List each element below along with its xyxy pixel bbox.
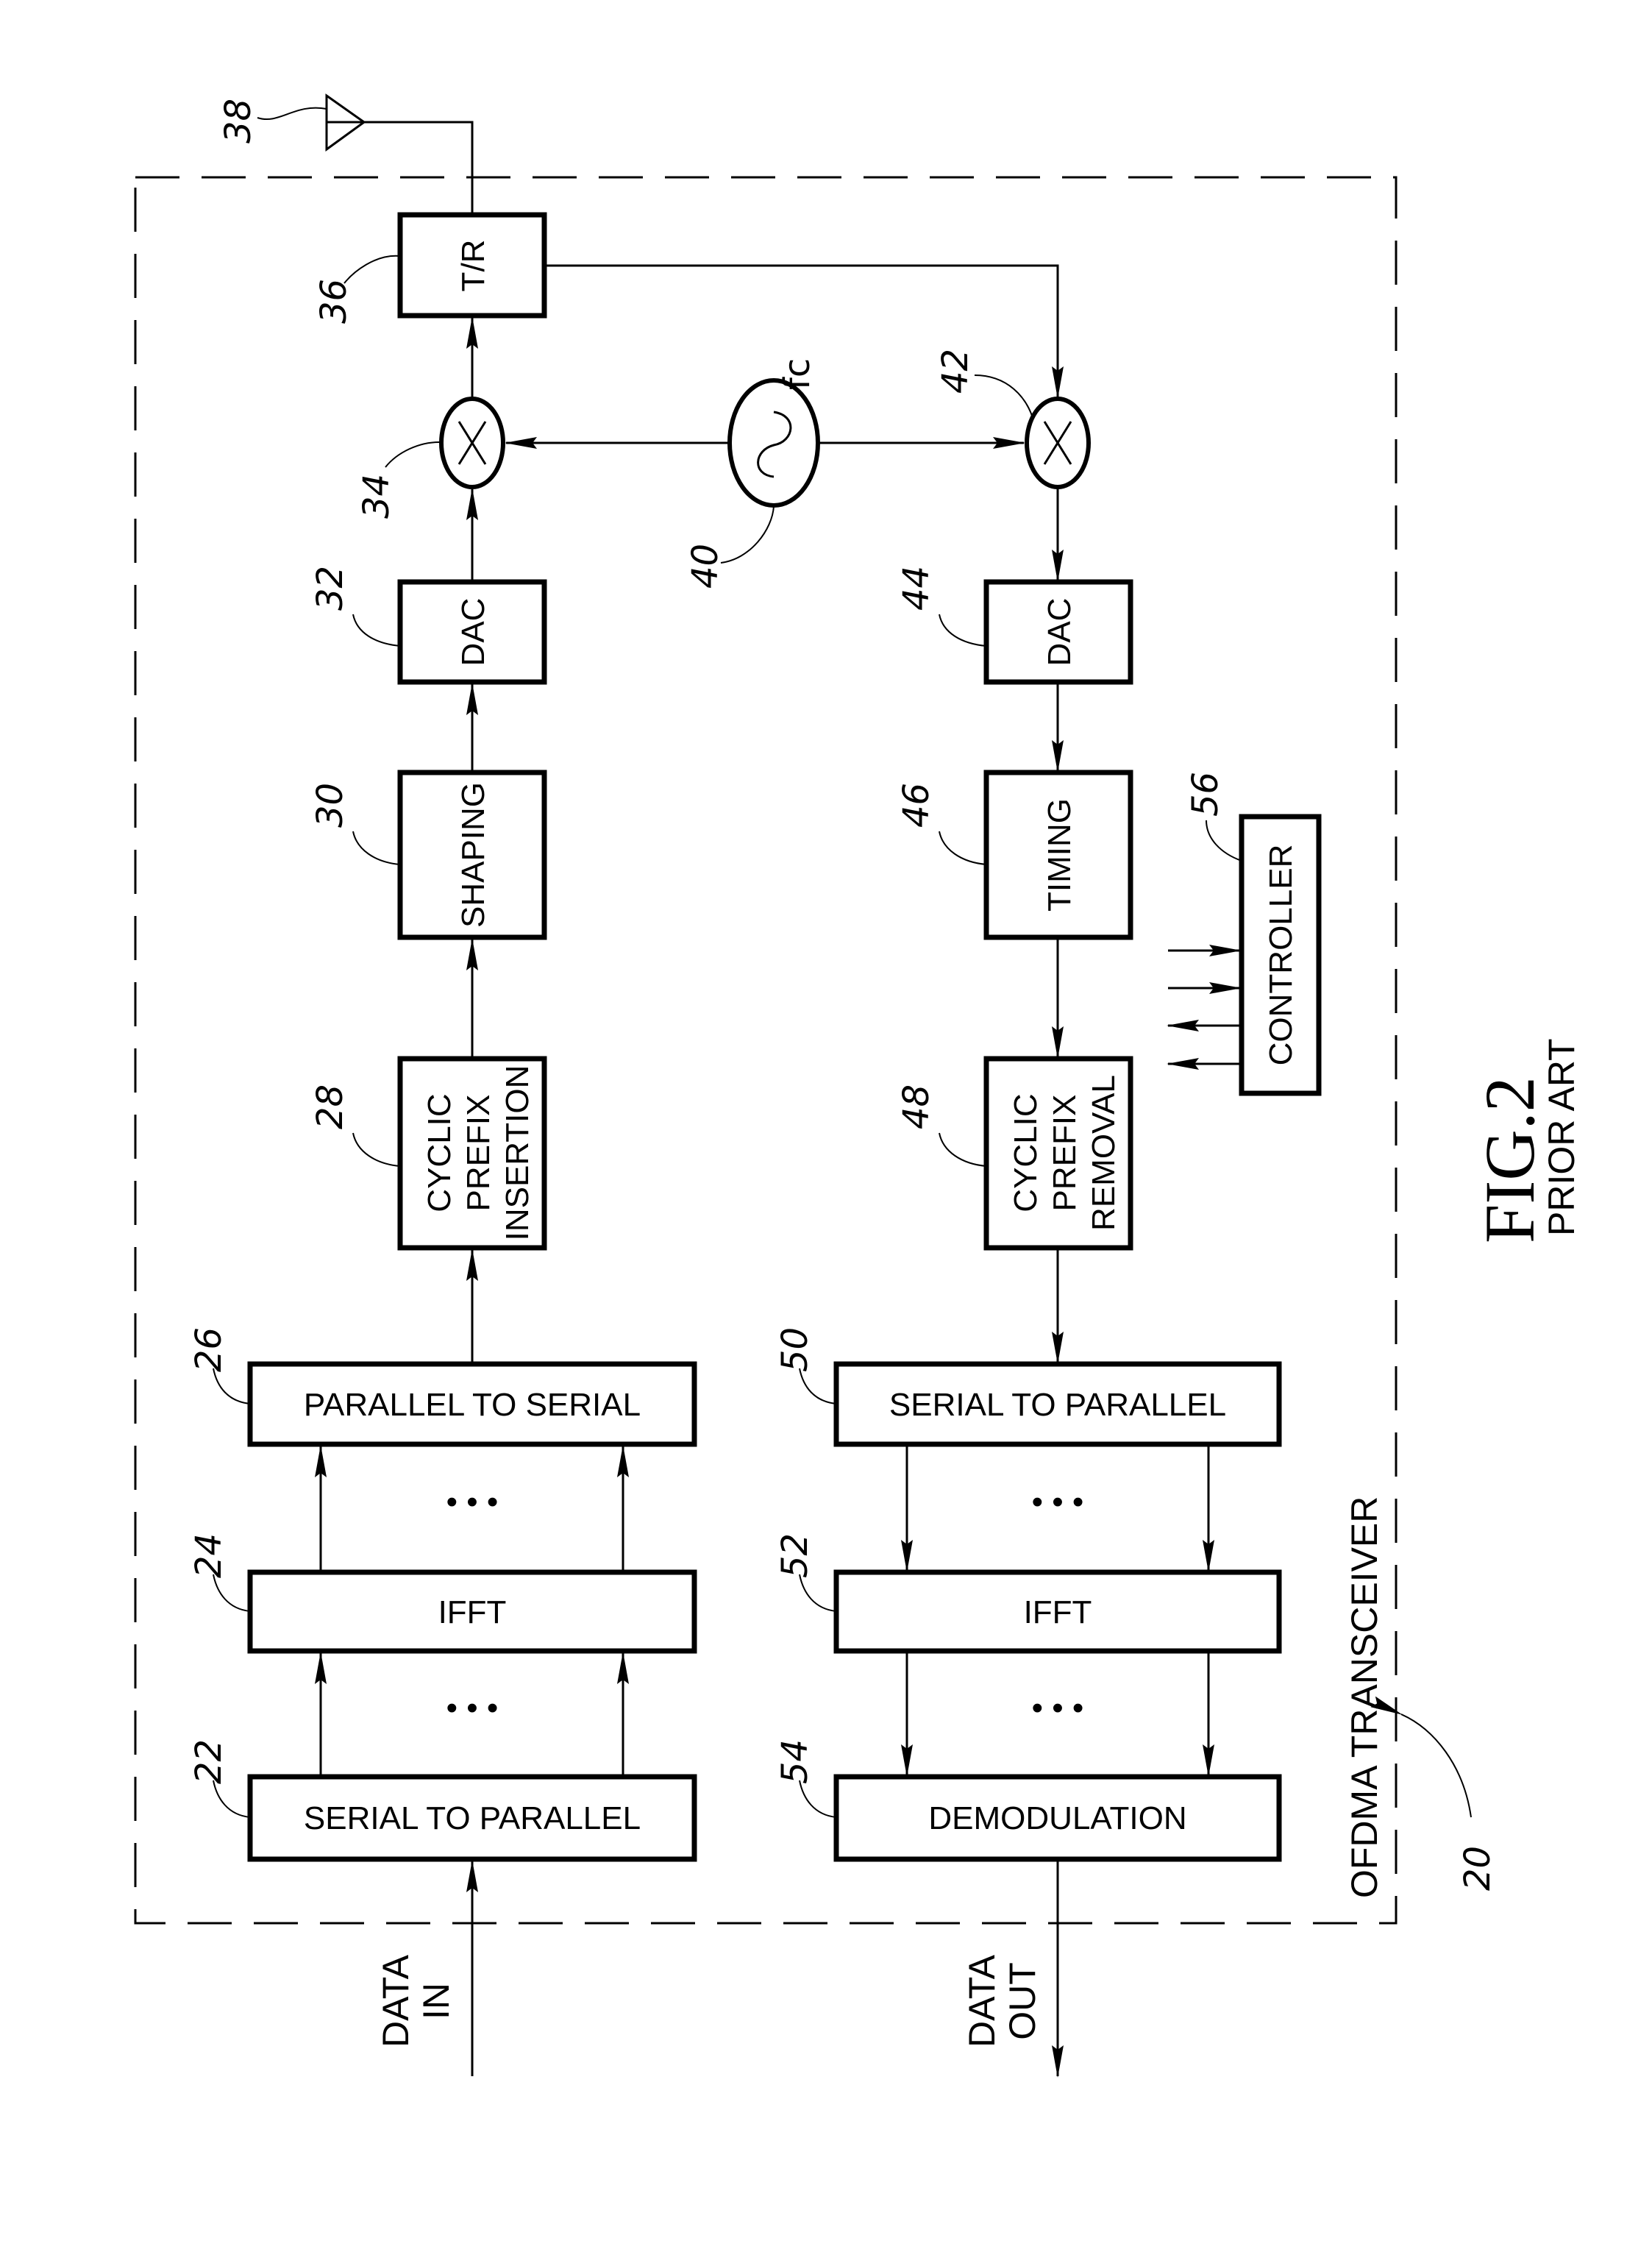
leader-54 — [799, 1780, 837, 1818]
antenna-icon — [325, 93, 474, 215]
leader-26 — [213, 1368, 251, 1404]
rx-ifft-label: IFFT — [1024, 1594, 1092, 1630]
leader-38 — [257, 107, 327, 120]
ref-54: 54 — [775, 1739, 816, 1784]
tx-mixer-icon — [439, 397, 505, 489]
leader-22 — [213, 1780, 251, 1818]
leader-32 — [352, 614, 401, 647]
ref-42: 42 — [935, 349, 976, 394]
cp-removal-line1: CYCLIC — [1008, 1093, 1044, 1212]
ofdma-transceiver-diagram: 38 T/R 36 34 fc 40 42 DAC 32 SHAPING 30 … — [134, 93, 1582, 2078]
cp-insertion-line1: CYCLIC — [421, 1093, 457, 1212]
rx-dac-label: DAC — [1042, 598, 1078, 667]
rx-mixer-icon — [1025, 397, 1091, 489]
leader-48 — [939, 1132, 987, 1167]
tr-switch-label: T/R — [455, 240, 491, 292]
cp-removal-line3: REMOVAL — [1086, 1075, 1122, 1231]
ref-40: 40 — [685, 544, 726, 589]
leader-40 — [720, 505, 775, 564]
leader-28 — [352, 1132, 401, 1167]
ellipsis-tx-upper: • • • — [446, 1484, 499, 1520]
oscillator-icon — [727, 378, 820, 508]
ref-46: 46 — [896, 783, 937, 828]
leader-42 — [974, 374, 1033, 419]
cp-removal-line2: PREFIX — [1047, 1095, 1083, 1212]
ref-28: 28 — [310, 1084, 351, 1129]
ref-34: 34 — [356, 474, 397, 519]
ref-56: 56 — [1185, 772, 1226, 817]
data-out-label-line1: DATA — [961, 1954, 1003, 2048]
data-in-label-line1: DATA — [375, 1954, 416, 2048]
ref-38: 38 — [218, 99, 259, 143]
ref-50: 50 — [775, 1327, 816, 1372]
leader-52 — [799, 1574, 837, 1612]
data-in-label-line2: IN — [416, 1983, 457, 2020]
figure-title: FIG.2 — [1470, 1076, 1549, 1243]
parallel-to-serial-label: PARALLEL TO SERIAL — [304, 1387, 641, 1423]
leader-44 — [939, 614, 987, 647]
shaping-label: SHAPING — [455, 782, 491, 928]
ref-22: 22 — [188, 1739, 229, 1784]
ref-30: 30 — [310, 783, 351, 828]
tx-ifft-label: IFFT — [438, 1594, 507, 1630]
oscillator-freq-label: fc — [777, 358, 818, 390]
data-out-label-line2: OUT — [1002, 1962, 1043, 2040]
ref-48: 48 — [896, 1084, 937, 1129]
controller-label: CONTROLLER — [1263, 845, 1299, 1066]
ref-20: 20 — [1457, 1846, 1498, 1891]
cp-insertion-line2: PREFIX — [460, 1095, 496, 1212]
tx-serial-to-parallel-label: SERIAL TO PARALLEL — [304, 1800, 641, 1836]
cp-insertion-line3: INSERTION — [499, 1065, 535, 1241]
rx-serial-to-parallel-label: SERIAL TO PARALLEL — [889, 1387, 1226, 1423]
leader-20 — [1370, 1696, 1472, 1818]
tx-dac-label: DAC — [455, 598, 491, 667]
timing-label: TIMING — [1042, 798, 1078, 912]
ref-26: 26 — [188, 1327, 229, 1372]
ref-44: 44 — [896, 566, 937, 611]
ellipsis-rx-lower: • • • — [1032, 1690, 1084, 1726]
leader-30 — [352, 831, 401, 865]
leader-50 — [799, 1368, 837, 1404]
ellipsis-tx-lower: • • • — [446, 1690, 499, 1726]
figure-subtitle: PRIOR ART — [1541, 1038, 1582, 1236]
ref-36: 36 — [313, 279, 355, 324]
demodulation-label: DEMODULATION — [928, 1800, 1186, 1836]
system-label: OFDMA TRANSCEIVER — [1344, 1496, 1385, 1898]
leader-46 — [939, 831, 987, 865]
ref-24: 24 — [188, 1533, 229, 1578]
ellipsis-rx-upper: • • • — [1032, 1484, 1084, 1520]
leader-34 — [385, 441, 442, 468]
ref-32: 32 — [310, 566, 351, 611]
leader-56 — [1206, 820, 1242, 862]
leader-24 — [213, 1574, 251, 1612]
ref-52: 52 — [775, 1533, 816, 1578]
